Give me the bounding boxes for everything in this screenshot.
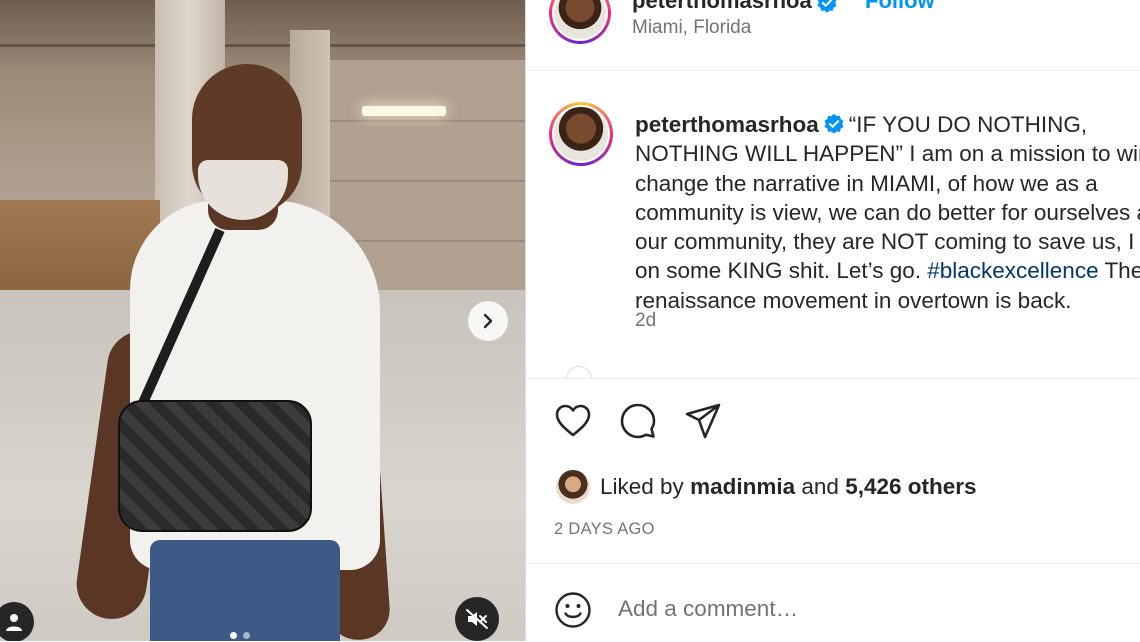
- next-slide-button[interactable]: [468, 301, 508, 341]
- liker-username[interactable]: madinmia: [690, 474, 795, 500]
- avatar-photo: [554, 0, 606, 39]
- author-username[interactable]: peterthomasrhoa: [632, 0, 812, 14]
- caption-author-avatar[interactable]: [549, 102, 613, 166]
- avatar-photo: [554, 107, 608, 161]
- mute-toggle-button[interactable]: [455, 597, 499, 641]
- carousel-dot: [243, 632, 250, 639]
- post-media[interactable]: [0, 0, 525, 641]
- post-caption: peterthomasrhoa “IF YOU DO NOTHING, NOTHI…: [526, 70, 1140, 378]
- post-side-panel: peterthomasrhoa Follow Miami, Florida pe…: [525, 0, 1140, 641]
- liker-avatar[interactable]: [556, 470, 590, 504]
- verified-badge-icon: [817, 0, 837, 13]
- comment-input[interactable]: [618, 596, 1098, 622]
- verified-badge-icon: [824, 113, 844, 134]
- author-avatar[interactable]: [549, 0, 611, 44]
- comment-bubble-icon: [620, 403, 656, 439]
- carousel-indicator: [230, 632, 250, 639]
- comment-button[interactable]: [618, 401, 658, 441]
- chevron-right-icon: [483, 313, 493, 329]
- post-actions: [526, 378, 1140, 449]
- share-button[interactable]: [683, 401, 723, 441]
- like-button[interactable]: [553, 401, 593, 441]
- likes-others-count[interactable]: 5,426 others: [845, 474, 976, 500]
- comment-composer: [526, 563, 1140, 642]
- carousel-dot-active: [230, 632, 237, 639]
- post-date[interactable]: 2 DAYS AGO: [554, 520, 655, 539]
- caption-username[interactable]: peterthomasrhoa: [635, 112, 819, 137]
- tagged-users-button[interactable]: [0, 602, 34, 641]
- smiley-icon[interactable]: [554, 591, 592, 629]
- caption-time-ago[interactable]: 2d: [635, 310, 656, 332]
- post-location[interactable]: Miami, Florida: [632, 17, 751, 39]
- crossbody-bag: [118, 400, 312, 532]
- next-comment-avatar: [566, 366, 592, 378]
- caption-text: peterthomasrhoa “IF YOU DO NOTHING, NOTHI…: [635, 110, 1140, 315]
- user-tag-icon: [6, 614, 22, 631]
- likes-conj: and: [801, 474, 839, 499]
- likes-summary: Liked by madinmia and 5,426 others: [556, 470, 977, 504]
- person-jeans: [150, 540, 340, 641]
- follow-button[interactable]: Follow: [865, 0, 935, 14]
- caption-hashtag[interactable]: #blackexcellence: [927, 258, 1098, 283]
- speaker-muted-icon: [466, 609, 488, 629]
- heart-icon: [555, 404, 591, 437]
- paper-plane-icon: [685, 403, 721, 439]
- likes-prefix: Liked by: [600, 474, 684, 499]
- media-person: [0, 0, 525, 641]
- post-header: peterthomasrhoa Follow Miami, Florida: [526, 0, 1140, 71]
